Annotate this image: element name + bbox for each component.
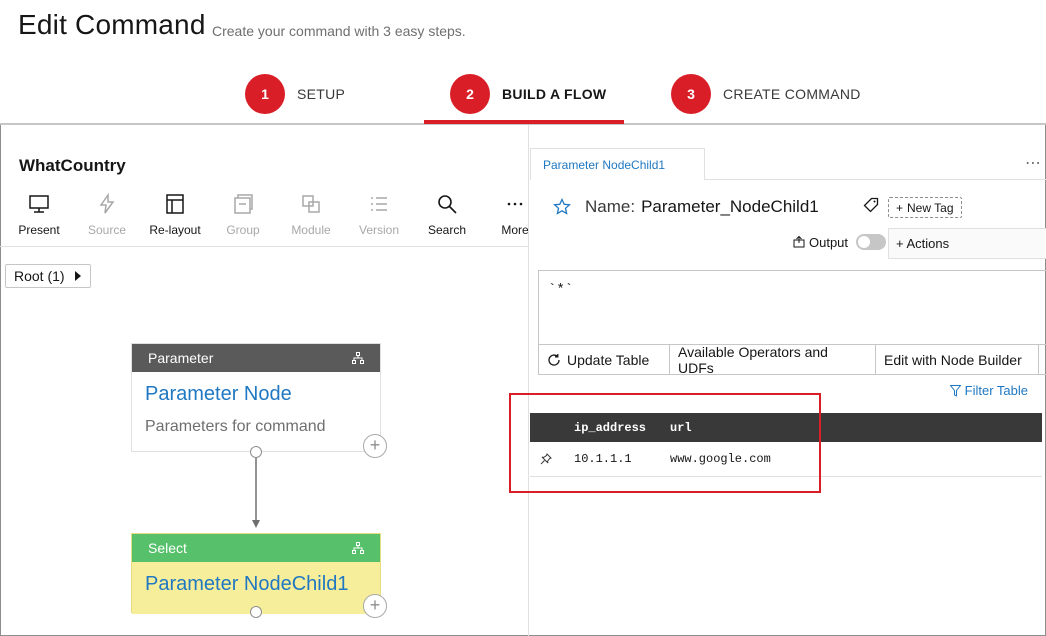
module-button[interactable]: Module [277,193,345,237]
group-icon [234,194,253,214]
output-port[interactable] [250,606,262,618]
plus-icon: + [896,200,904,215]
active-step-indicator [424,120,624,124]
step-number: 3 [671,74,711,114]
step-build-a-flow[interactable]: 2 BUILD A FLOW [450,74,606,114]
version-button[interactable]: Version [345,193,413,237]
node-detail-panel: Parameter NodeChild1 ⋯ Name: Parameter_N… [528,125,1046,636]
node-title: Parameter NodeChild1 [145,573,349,595]
tool-label: Group [226,223,260,237]
filter-table-link[interactable]: Filter Table [949,383,1028,398]
output-toggle-group: Output [793,234,887,250]
relayout-button[interactable]: Re-layout [141,193,209,237]
source-button[interactable]: Source [73,193,141,237]
name-row: Name: Parameter_NodeChild1 [553,197,819,217]
layout-icon [166,194,184,214]
filter-icon [949,384,961,397]
new-tag-button[interactable]: + New Tag [888,197,962,218]
actions-dropdown[interactable]: + Actions [888,228,1046,259]
group-button[interactable]: Group [209,193,277,237]
query-editor[interactable]: `*` [538,270,1046,345]
node-builder-button[interactable]: Edit with Node Builder [876,345,1039,374]
tool-label: Version [358,223,400,237]
node-header: Parameter [132,344,380,372]
output-toggle[interactable] [856,234,887,250]
flow-toolbar: Present Source Re-layout Group Module Ve… [0,191,529,247]
step-create-command[interactable]: 3 CREATE COMMAND [671,74,861,114]
tool-label: Source [87,223,127,237]
breadcrumb[interactable]: Root (1) [5,264,91,288]
step-label: BUILD A FLOW [502,86,607,102]
tool-label: Re-layout [149,223,201,237]
page-subtitle: Create your command with 3 easy steps. [212,23,466,39]
flow-node-select[interactable]: Select Parameter NodeChild1 [131,533,381,614]
caret-right-icon [74,271,81,281]
step-setup[interactable]: 1 SETUP [245,74,345,114]
tag-icon [863,197,879,213]
node-description: Parameters for command [145,418,326,435]
node-name-value[interactable]: Parameter_NodeChild1 [641,197,819,217]
step-label: SETUP [297,86,346,102]
flow-node-parameter[interactable]: Parameter Parameter Node Parameters for … [131,343,381,452]
page-title: Edit Command [18,9,206,40]
name-label: Name: [585,197,636,216]
list-icon [371,197,387,211]
node-type-label: Select [148,540,187,556]
tool-label: Module [291,223,331,237]
output-port[interactable] [250,446,262,458]
module-icon [302,195,320,213]
lightning-icon [99,193,115,214]
highlight-annotation [509,393,821,493]
step-number: 2 [450,74,490,114]
breadcrumb-label: Root (1) [14,268,65,284]
refresh-icon [548,353,560,366]
node-type-label: Parameter [148,350,214,366]
tool-label: Present [18,223,60,237]
update-table-label: Update Table [567,351,650,368]
hierarchy-icon [352,542,364,554]
search-button[interactable]: Search [413,193,481,237]
tool-label: More [501,223,529,237]
header: Edit Command Create your command with 3 … [0,0,1046,125]
flow-name: WhatCountry [19,156,126,175]
new-tag-label: New Tag [907,200,954,215]
tab-divider [705,179,1046,180]
star-icon[interactable] [553,198,571,216]
node-body: Parameter Node Parameters for command [132,372,380,447]
monitor-icon [29,195,49,213]
step-number: 1 [245,74,285,114]
editor-button-bar: Update Table Available Operators and UDF… [538,344,1046,376]
hierarchy-icon [352,352,364,364]
filter-table-label: Filter Table [964,383,1028,398]
tool-label: Search [427,223,467,237]
tab-node-detail[interactable]: Parameter NodeChild1 [530,148,705,180]
export-icon [793,236,805,248]
overflow-icon [507,202,523,206]
tag-icon-wrap[interactable] [863,197,879,218]
add-child-button[interactable]: + [363,594,387,618]
tab-overflow-button[interactable]: ⋯ [1025,153,1042,173]
operators-udfs-button[interactable]: Available Operators and UDFs [670,344,876,376]
node-header: Select [132,534,380,562]
flow-panel: WhatCountry Present Source Re-layout Gro… [0,125,529,636]
present-button[interactable]: Present [5,193,73,237]
node-title: Parameter Node [145,383,292,405]
step-label: CREATE COMMAND [723,86,861,102]
update-table-button[interactable]: Update Table [539,345,670,374]
connector-arrow [252,458,260,528]
output-label: Output [809,234,849,250]
search-icon [438,195,457,214]
add-child-button[interactable]: + [363,434,387,458]
